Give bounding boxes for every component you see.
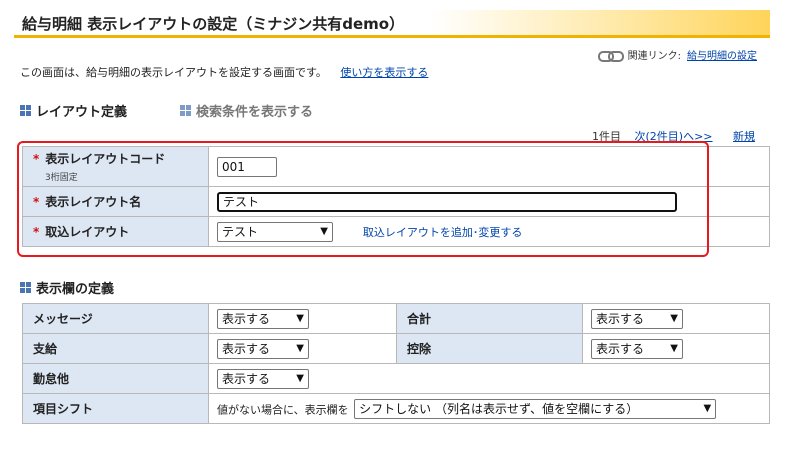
search-conditions-label[interactable]: 検索条件を表示する	[196, 101, 313, 120]
deduction-cell: 表示する ▼	[582, 333, 770, 364]
related-links-label: 関連リンク:	[627, 51, 681, 62]
chevron-down-icon: ▼	[296, 343, 304, 354]
record-count: 1件目	[592, 130, 621, 143]
shift-select[interactable]: シフトしない （列名は表示せず、値を空欄にする） ▼	[354, 398, 717, 419]
layout-code-label: 表示レイアウトコード	[45, 152, 166, 166]
attendance-value: 表示する	[222, 372, 271, 386]
new-record-wrap: 新規	[733, 128, 755, 144]
layout-code-hint: 3桁固定	[45, 173, 78, 183]
import-layout-select[interactable]: テスト ▼	[217, 221, 333, 242]
layout-code-label-cell: * 表示レイアウトコード 3桁固定	[22, 146, 209, 187]
deduction-label: 控除	[407, 342, 432, 356]
attendance-cell: 表示する ▼	[208, 363, 770, 394]
import-layout-label-cell: * 取込レイアウト	[22, 216, 209, 247]
chevron-down-icon: ▼	[670, 343, 678, 354]
layout-name-label-cell: * 表示レイアウト名	[22, 186, 209, 217]
shift-label-cell: 項目シフト	[22, 393, 209, 424]
payment-value: 表示する	[222, 342, 271, 356]
total-label: 合計	[407, 312, 432, 326]
required-mark: *	[33, 195, 40, 209]
layout-code-input[interactable]	[217, 156, 277, 177]
message-label-cell: メッセージ	[22, 303, 209, 334]
display-definition-title: 表示欄の定義	[36, 282, 115, 297]
required-mark: *	[33, 225, 40, 239]
layout-definition-table: * 表示レイアウトコード 3桁固定 * 表示レイアウト名 * 取込レイアウト テスト …	[22, 146, 770, 247]
layout-name-input[interactable]	[217, 191, 677, 212]
display-definition-heading: 表示欄の定義	[20, 278, 114, 297]
shift-label: 項目シフト	[33, 402, 94, 416]
shift-cell: 値がない場合に、表示欄を シフトしない （列名は表示せず、値を空欄にする） ▼	[208, 393, 770, 424]
grid-icon	[180, 105, 191, 116]
total-cell: 表示する ▼	[582, 303, 770, 334]
layout-code-cell	[208, 146, 770, 187]
display-definition-table: メッセージ 表示する ▼ 合計 表示する ▼ 支給 表示する ▼ 控除 表示する ▼ 勤…	[22, 303, 770, 424]
chevron-down-icon: ▼	[296, 373, 304, 384]
pagination: 1件目 次(2件目)へ>>	[592, 128, 713, 144]
shift-prefix: 値がない場合に、表示欄を	[217, 403, 349, 416]
chevron-down-icon: ▼	[670, 313, 678, 324]
payment-select[interactable]: 表示する ▼	[217, 338, 309, 359]
next-record-link[interactable]: 次(2件目)へ>>	[635, 130, 713, 143]
related-links: 関連リンク: 給与明細の設定	[597, 47, 757, 62]
shift-value: シフトしない （列名は表示せず、値を空欄にする）	[359, 402, 639, 416]
import-layout-cell: テスト ▼ 取込レイアウトを追加･変更する	[208, 216, 770, 247]
payment-label: 支給	[33, 342, 58, 356]
page-title-bar: 給与明細 表示レイアウトの設定（ミナジン共有demo）	[14, 10, 770, 38]
import-layout-edit-link[interactable]: 取込レイアウトを追加･変更する	[363, 226, 523, 239]
message-select[interactable]: 表示する ▼	[217, 308, 309, 329]
message-label: メッセージ	[33, 312, 93, 326]
attendance-select[interactable]: 表示する ▼	[217, 368, 309, 389]
intro-text: この画面は、給与明細の表示レイアウトを設定する画面です。 使い方を表示する	[20, 64, 428, 80]
link-icon	[597, 50, 624, 62]
attendance-label: 勤怠他	[33, 372, 70, 386]
layout-name-label: 表示レイアウト名	[45, 195, 142, 209]
message-value: 表示する	[222, 312, 271, 326]
show-help-link[interactable]: 使い方を表示する	[340, 66, 428, 79]
page-title: 給与明細 表示レイアウトの設定（ミナジン共有demo）	[22, 15, 405, 33]
layout-name-cell	[208, 186, 770, 217]
message-cell: 表示する ▼	[208, 303, 397, 334]
total-label-cell: 合計	[396, 303, 583, 334]
import-layout-value: テスト	[222, 225, 259, 239]
chevron-down-icon: ▼	[296, 313, 304, 324]
intro-description: この画面は、給与明細の表示レイアウトを設定する画面です。	[20, 66, 327, 79]
deduction-value: 表示する	[596, 342, 645, 356]
payment-label-cell: 支給	[22, 333, 209, 364]
total-value: 表示する	[596, 312, 645, 326]
grid-icon	[20, 282, 31, 293]
attendance-label-cell: 勤怠他	[22, 363, 209, 394]
total-select[interactable]: 表示する ▼	[591, 308, 683, 329]
payment-cell: 表示する ▼	[208, 333, 397, 364]
grid-icon	[20, 105, 31, 116]
layout-definition-heading: レイアウト定義	[20, 101, 127, 120]
deduction-select[interactable]: 表示する ▼	[591, 338, 683, 359]
required-mark: *	[33, 152, 40, 166]
chevron-down-icon: ▼	[703, 403, 712, 414]
layout-definition-title: レイアウト定義	[36, 105, 128, 120]
search-conditions-toggle[interactable]: 検索条件を表示する	[180, 101, 313, 120]
new-record-link[interactable]: 新規	[733, 130, 755, 143]
payslip-settings-link[interactable]: 給与明細の設定	[687, 47, 757, 62]
import-layout-label: 取込レイアウト	[45, 225, 130, 239]
deduction-label-cell: 控除	[396, 333, 583, 364]
chevron-down-icon: ▼	[320, 226, 328, 237]
